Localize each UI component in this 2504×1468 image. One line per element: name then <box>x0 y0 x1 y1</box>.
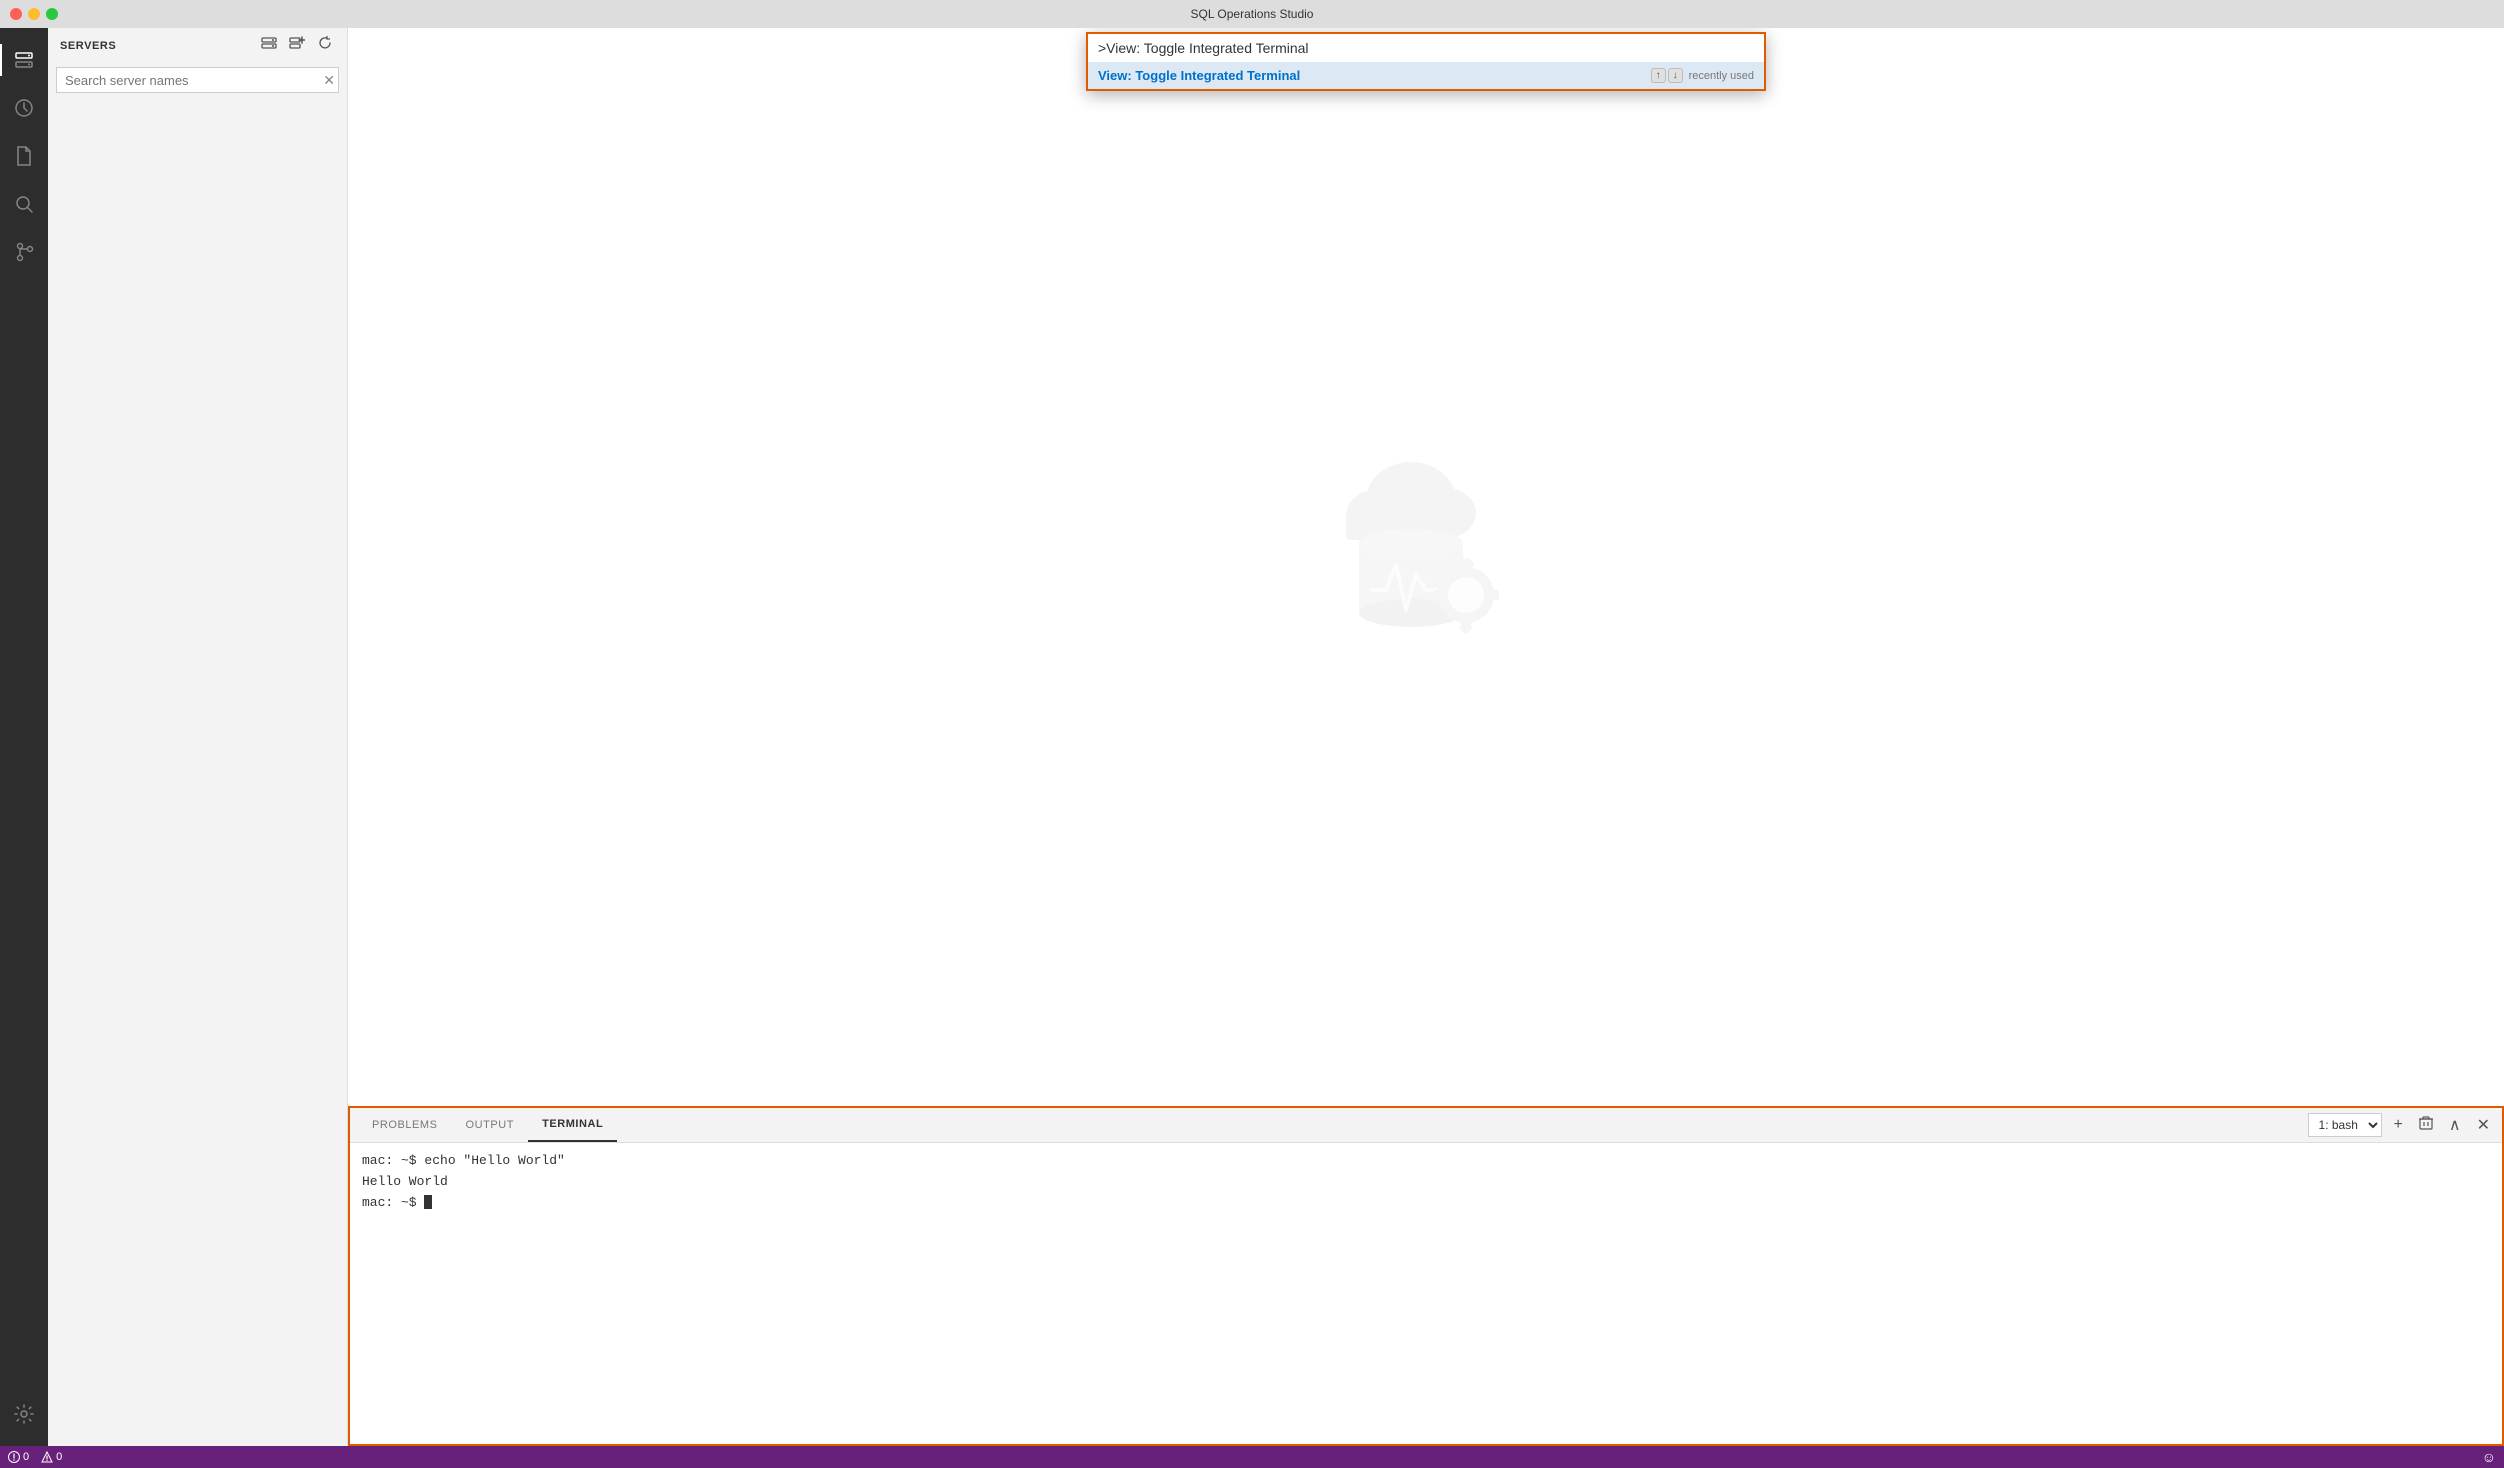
close-panel-button[interactable]: ✕ <box>2473 1113 2494 1137</box>
new-connection-button[interactable] <box>259 33 279 58</box>
center-area <box>348 28 2504 1106</box>
error-count: 0 <box>8 1451 29 1463</box>
command-palette-result[interactable]: View: Toggle Integrated Terminal ↑ ↓ rec… <box>1088 62 1764 89</box>
warning-count: 0 <box>41 1451 62 1463</box>
terminal-line-2: Hello World <box>362 1172 2490 1193</box>
sidebar: SERVERS <box>48 28 348 1446</box>
activity-git[interactable] <box>0 228 48 276</box>
panel-tabs-right: 1: bash + ∧ <box>2308 1113 2494 1137</box>
activity-servers[interactable] <box>0 36 48 84</box>
panel-tabs: PROBLEMS OUTPUT TERMINAL 1: bash + <box>350 1108 2502 1143</box>
command-input-wrapper <box>1088 34 1764 62</box>
tab-terminal[interactable]: TERMINAL <box>528 1108 617 1142</box>
close-button[interactable] <box>10 8 22 20</box>
activity-search[interactable] <box>0 180 48 228</box>
kbd-group: ↑ ↓ <box>1651 68 1683 83</box>
activity-settings[interactable] <box>0 1390 48 1438</box>
minimize-button[interactable] <box>28 8 40 20</box>
main-area: View: Toggle Integrated Terminal ↑ ↓ rec… <box>348 28 2504 1446</box>
activity-new-file[interactable] <box>0 132 48 180</box>
command-palette-overlay: View: Toggle Integrated Terminal ↑ ↓ rec… <box>348 28 2504 91</box>
warning-icon <box>41 1451 53 1463</box>
warning-count-value: 0 <box>56 1451 62 1463</box>
logo-svg <box>1296 435 1556 695</box>
add-server-button[interactable] <box>287 33 307 58</box>
bottom-panel: PROBLEMS OUTPUT TERMINAL 1: bash + <box>348 1106 2504 1446</box>
window-controls[interactable] <box>10 8 58 20</box>
terminal-line-3: mac: ~$ <box>362 1193 2490 1214</box>
activity-bar <box>0 28 48 1446</box>
activity-bar-bottom <box>0 1390 48 1446</box>
new-connection-icon <box>261 35 277 51</box>
command-result-right: ↑ ↓ recently used <box>1651 68 1754 83</box>
kbd-up: ↑ <box>1651 68 1666 83</box>
error-count-value: 0 <box>23 1451 29 1463</box>
command-palette-input[interactable] <box>1098 40 1754 56</box>
history-icon <box>13 97 35 119</box>
tab-output[interactable]: OUTPUT <box>452 1108 529 1142</box>
maximize-button[interactable] <box>46 8 58 20</box>
kbd-down: ↓ <box>1668 68 1683 83</box>
panel-tabs-left: PROBLEMS OUTPUT TERMINAL <box>358 1108 617 1142</box>
recently-used-badge: recently used <box>1689 70 1754 82</box>
search-clear-button[interactable]: ✕ <box>323 72 335 89</box>
terminal-selector[interactable]: 1: bash <box>2308 1113 2382 1137</box>
status-bar: 0 0 ☺ <box>0 1446 2504 1468</box>
search-bar: ✕ <box>56 67 339 93</box>
tab-problems[interactable]: PROBLEMS <box>358 1108 452 1142</box>
logo-watermark <box>1296 435 1556 700</box>
servers-icon <box>13 49 35 71</box>
add-terminal-button[interactable]: + <box>2390 1114 2407 1136</box>
smiley-icon: ☺ <box>2482 1449 2496 1465</box>
trash-icon <box>2419 1116 2433 1130</box>
activity-history[interactable] <box>0 84 48 132</box>
search-input[interactable] <box>56 67 339 93</box>
refresh-button[interactable] <box>315 33 335 58</box>
refresh-icon <box>317 35 333 51</box>
sidebar-header-icons <box>259 33 335 58</box>
status-left: 0 0 <box>8 1451 62 1463</box>
add-server-icon <box>289 35 305 51</box>
terminal-line-1: mac: ~$ echo "Hello World" <box>362 1151 2490 1172</box>
git-icon <box>13 241 35 263</box>
new-file-icon <box>14 145 34 167</box>
command-palette: View: Toggle Integrated Terminal ↑ ↓ rec… <box>1086 32 1766 91</box>
delete-terminal-button[interactable] <box>2415 1114 2437 1137</box>
status-right: ☺ <box>2482 1449 2496 1465</box>
app-body: SERVERS <box>0 28 2504 1446</box>
search-icon <box>13 193 35 215</box>
sidebar-header: SERVERS <box>48 28 347 63</box>
terminal-cursor <box>424 1195 432 1209</box>
maximize-panel-button[interactable]: ∧ <box>2445 1113 2465 1137</box>
app-title: SQL Operations Studio <box>1191 7 1314 21</box>
terminal-content[interactable]: mac: ~$ echo "Hello World" Hello World m… <box>350 1143 2502 1444</box>
settings-icon <box>13 1403 35 1425</box>
titlebar: SQL Operations Studio <box>0 0 2504 28</box>
sidebar-title: SERVERS <box>60 40 116 52</box>
error-icon <box>8 1451 20 1463</box>
command-result-text: View: Toggle Integrated Terminal <box>1098 68 1300 83</box>
